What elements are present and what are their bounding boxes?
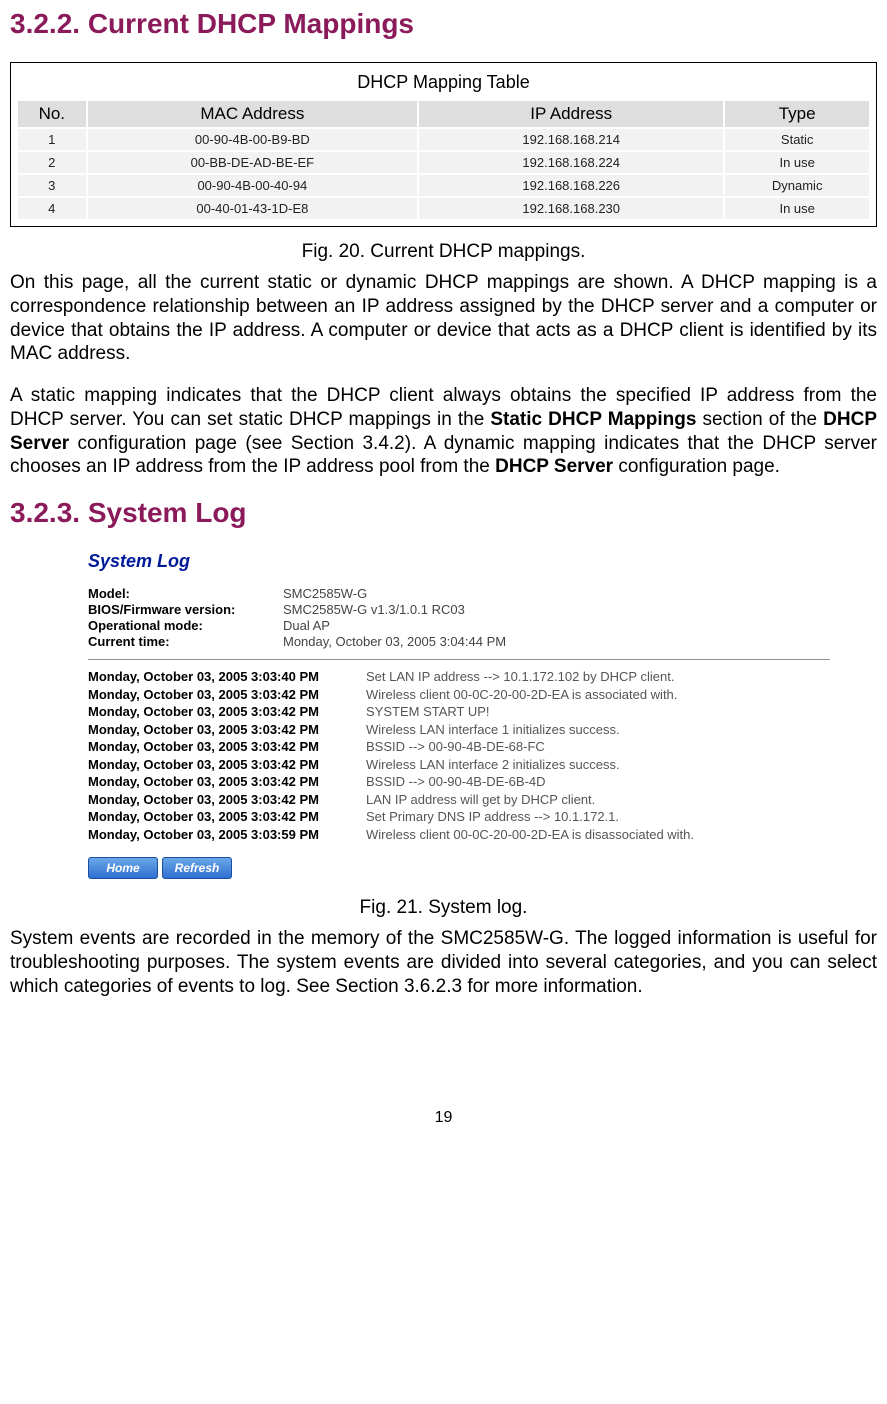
section-heading-2: 3.2.3. System Log (10, 497, 877, 529)
log-row: Monday, October 03, 2005 3:03:42 PMSet P… (88, 808, 830, 826)
cell-type: Dynamic (725, 175, 869, 196)
log-row: Monday, October 03, 2005 3:03:42 PMLAN I… (88, 791, 830, 809)
cell-type: Static (725, 129, 869, 150)
table-row: 4 00-40-01-43-1D-E8 192.168.168.230 In u… (18, 198, 869, 219)
log-message: LAN IP address will get by DHCP client. (366, 791, 595, 809)
button-row: Home Refresh (88, 857, 830, 879)
log-row: Monday, October 03, 2005 3:03:59 PMWirel… (88, 826, 830, 844)
table-row: 2 00-BB-DE-AD-BE-EF 192.168.168.224 In u… (18, 152, 869, 173)
log-timestamp: Monday, October 03, 2005 3:03:42 PM (88, 773, 366, 791)
cell-no: 4 (18, 198, 86, 219)
info-label: Current time: (88, 634, 283, 649)
page-number: 19 (10, 1109, 877, 1127)
log-timestamp: Monday, October 03, 2005 3:03:42 PM (88, 791, 366, 809)
col-mac: MAC Address (88, 101, 418, 127)
cell-ip: 192.168.168.224 (419, 152, 723, 173)
paragraph-3: System events are recorded in the memory… (10, 927, 877, 998)
log-timestamp: Monday, October 03, 2005 3:03:42 PM (88, 721, 366, 739)
cell-no: 1 (18, 129, 86, 150)
bold-text: Static DHCP Mappings (490, 409, 696, 430)
col-ip: IP Address (419, 101, 723, 127)
cell-type: In use (725, 198, 869, 219)
log-timestamp: Monday, October 03, 2005 3:03:42 PM (88, 686, 366, 704)
log-row: Monday, October 03, 2005 3:03:42 PMWirel… (88, 686, 830, 704)
log-row: Monday, October 03, 2005 3:03:40 PMSet L… (88, 668, 830, 686)
col-no: No. (18, 101, 86, 127)
table-row: 1 00-90-4B-00-B9-BD 192.168.168.214 Stat… (18, 129, 869, 150)
bold-text: DHCP Server (495, 456, 613, 477)
paragraph-1: On this page, all the current static or … (10, 271, 877, 366)
log-entries: Monday, October 03, 2005 3:03:40 PMSet L… (88, 668, 830, 843)
log-message: Wireless client 00-0C-20-00-2D-EA is dis… (366, 826, 694, 844)
info-label: Operational mode: (88, 618, 283, 633)
info-row: Current time:Monday, October 03, 2005 3:… (88, 634, 830, 649)
log-timestamp: Monday, October 03, 2005 3:03:42 PM (88, 703, 366, 721)
log-row: Monday, October 03, 2005 3:03:42 PMWirel… (88, 721, 830, 739)
log-row: Monday, October 03, 2005 3:03:42 PMBSSID… (88, 738, 830, 756)
log-message: Wireless LAN interface 2 initializes suc… (366, 756, 620, 774)
cell-mac: 00-90-4B-00-40-94 (88, 175, 418, 196)
log-message: Wireless LAN interface 1 initializes suc… (366, 721, 620, 739)
log-message: Set LAN IP address --> 10.1.172.102 by D… (366, 668, 674, 686)
log-row: Monday, October 03, 2005 3:03:42 PMWirel… (88, 756, 830, 774)
text: section of the (696, 409, 823, 430)
log-message: BSSID --> 00-90-4B-DE-6B-4D (366, 773, 546, 791)
text: configuration page. (613, 456, 780, 477)
system-log-panel: System Log Model:SMC2585W-GBIOS/Firmware… (88, 551, 830, 879)
log-timestamp: Monday, October 03, 2005 3:03:42 PM (88, 738, 366, 756)
info-value: Monday, October 03, 2005 3:04:44 PM (283, 634, 506, 649)
cell-mac: 00-BB-DE-AD-BE-EF (88, 152, 418, 173)
info-row: Operational mode:Dual AP (88, 618, 830, 633)
divider (88, 659, 830, 660)
cell-no: 2 (18, 152, 86, 173)
cell-mac: 00-90-4B-00-B9-BD (88, 129, 418, 150)
log-timestamp: Monday, October 03, 2005 3:03:59 PM (88, 826, 366, 844)
home-button[interactable]: Home (88, 857, 158, 879)
figure-caption-21: Fig. 21. System log. (10, 897, 877, 919)
log-message: Wireless client 00-0C-20-00-2D-EA is ass… (366, 686, 677, 704)
system-log-title: System Log (88, 551, 830, 572)
log-message: SYSTEM START UP! (366, 703, 490, 721)
log-row: Monday, October 03, 2005 3:03:42 PMBSSID… (88, 773, 830, 791)
refresh-button[interactable]: Refresh (162, 857, 232, 879)
cell-ip: 192.168.168.214 (419, 129, 723, 150)
log-timestamp: Monday, October 03, 2005 3:03:40 PM (88, 668, 366, 686)
info-label: BIOS/Firmware version: (88, 602, 283, 617)
cell-type: In use (725, 152, 869, 173)
paragraph-2: A static mapping indicates that the DHCP… (10, 384, 877, 479)
figure-caption-20: Fig. 20. Current DHCP mappings. (10, 241, 877, 263)
info-label: Model: (88, 586, 283, 601)
col-type: Type (725, 101, 869, 127)
dhcp-table-title: DHCP Mapping Table (18, 70, 869, 99)
log-row: Monday, October 03, 2005 3:03:42 PMSYSTE… (88, 703, 830, 721)
log-message: Set Primary DNS IP address --> 10.1.172.… (366, 808, 619, 826)
section-heading-1: 3.2.2. Current DHCP Mappings (10, 8, 877, 40)
cell-mac: 00-40-01-43-1D-E8 (88, 198, 418, 219)
log-timestamp: Monday, October 03, 2005 3:03:42 PM (88, 808, 366, 826)
info-value: Dual AP (283, 618, 330, 633)
table-row: 3 00-90-4B-00-40-94 192.168.168.226 Dyna… (18, 175, 869, 196)
cell-no: 3 (18, 175, 86, 196)
cell-ip: 192.168.168.230 (419, 198, 723, 219)
info-row: BIOS/Firmware version:SMC2585W-G v1.3/1.… (88, 602, 830, 617)
info-value: SMC2585W-G v1.3/1.0.1 RC03 (283, 602, 465, 617)
log-timestamp: Monday, October 03, 2005 3:03:42 PM (88, 756, 366, 774)
info-value: SMC2585W-G (283, 586, 367, 601)
info-row: Model:SMC2585W-G (88, 586, 830, 601)
cell-ip: 192.168.168.226 (419, 175, 723, 196)
dhcp-mapping-table: DHCP Mapping Table No. MAC Address IP Ad… (16, 68, 871, 221)
dhcp-table-frame: DHCP Mapping Table No. MAC Address IP Ad… (10, 62, 877, 227)
log-message: BSSID --> 00-90-4B-DE-68-FC (366, 738, 545, 756)
